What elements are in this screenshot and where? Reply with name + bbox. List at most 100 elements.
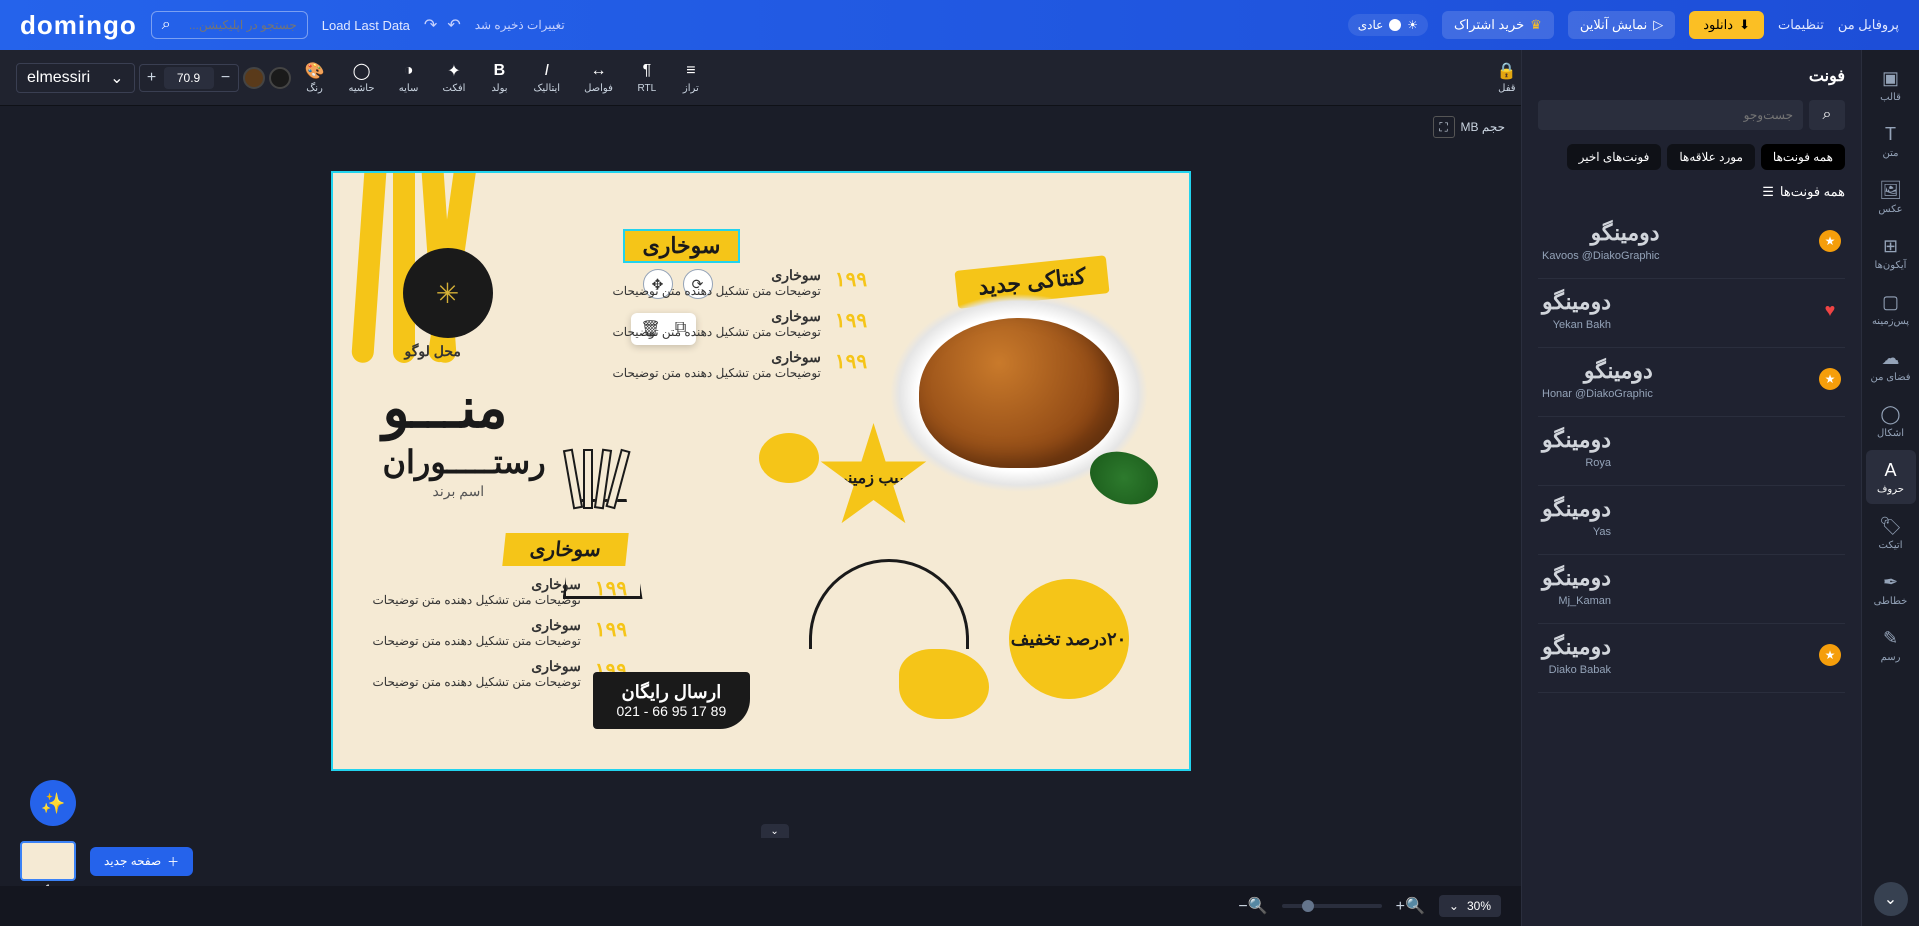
font-row[interactable]: ★دومینگوHonar @DiakoGraphic [1538, 348, 1845, 417]
star-icon[interactable]: ★ [1819, 368, 1841, 390]
tb-effect[interactable]: ✦افکت [433, 57, 476, 98]
list-icon: ☰ [1762, 184, 1774, 200]
zoom-out-icon[interactable]: 🔍− [1238, 896, 1267, 916]
buy-subscription-button[interactable]: ♛ خرید اشتراک [1442, 11, 1554, 39]
font-sample: دومینگو [1542, 220, 1660, 246]
menu-group-top[interactable]: ۱۹۹سوخاریتوضیحات متن تشکیل دهنده متن توض… [613, 223, 868, 380]
redo-icon[interactable]: ↷ [424, 15, 437, 35]
tb-align[interactable]: ≡تراز [671, 57, 711, 98]
tb-rtl[interactable]: ¶RTL [627, 57, 667, 98]
font-size-input[interactable] [164, 67, 214, 89]
theme-toggle[interactable]: ☀ عادی [1348, 14, 1428, 36]
color-swatch-2[interactable] [243, 67, 265, 89]
menu-title[interactable]: منـــو [383, 383, 508, 433]
panel-title: فونت [1538, 66, 1845, 86]
brand-name[interactable]: اسم برند [433, 483, 485, 500]
shadow-icon: ◑ [399, 61, 419, 81]
tab-favorites[interactable]: مورد علاقه‌ها [1667, 144, 1755, 170]
tb-shadow[interactable]: ◑سایه [389, 57, 429, 98]
tab-all-fonts[interactable]: همه فونت‌ها [1761, 144, 1845, 170]
rail-calligraphy[interactable]: ✒خطاطی [1866, 562, 1916, 616]
settings-link[interactable]: تنظیمات [1778, 17, 1824, 33]
download-button[interactable]: ⬇ دانلود [1689, 11, 1764, 39]
tb-bold[interactable]: Bبولد [479, 57, 519, 98]
font-size-control: − + [139, 64, 239, 92]
tb-italic[interactable]: Iایتالیک [523, 57, 570, 98]
menu-subtitle[interactable]: رستـــــوران [383, 443, 546, 481]
app-search[interactable]: ⌕ [151, 11, 308, 39]
font-sample: دومینگو [1542, 427, 1611, 453]
size-indicator[interactable]: حجم MB ⛶ [1433, 116, 1505, 138]
profile-link[interactable]: پروفایل من [1838, 17, 1899, 33]
star-icon[interactable] [1819, 506, 1841, 528]
font-sample: دومینگو [1542, 358, 1653, 384]
font-row[interactable]: ★دومینگوKavoos @DiakoGraphic [1538, 210, 1845, 279]
pages-collapse[interactable]: ⌄ [761, 824, 789, 838]
rail-letters[interactable]: Aحروف [1866, 450, 1916, 504]
font-search-button[interactable]: ⌕ [1809, 100, 1845, 130]
tb-spacing[interactable]: ↔فواصل [574, 57, 623, 98]
page-thumbnail-1[interactable]: 1 [20, 841, 76, 881]
font-row[interactable]: ♥دومینگوYekan Bakh [1538, 279, 1845, 348]
rtl-icon: ¶ [637, 61, 657, 81]
free-shipping-badge[interactable]: ارسال رایگان 021 - 66 95 17 89 [593, 672, 751, 729]
logo-label[interactable]: محل لوگو [405, 343, 461, 360]
star-icon[interactable]: ★ [1819, 230, 1841, 252]
star-icon[interactable] [1819, 575, 1841, 597]
zoom-bar: 30% ⌄ 🔍+ 🔍− [0, 886, 1521, 926]
font-name: Yas [1542, 526, 1611, 538]
taco-illustration[interactable] [809, 559, 969, 649]
font-row[interactable]: دومینگوYas [1538, 486, 1845, 555]
fries-illustration[interactable] [553, 459, 653, 599]
tab-recent[interactable]: فونت‌های اخیر [1567, 144, 1662, 170]
discount-badge[interactable]: ۲۰درصد تخفیف [1009, 579, 1129, 699]
new-page-button[interactable]: ＋ صفحه جدید [90, 847, 193, 876]
preview-button[interactable]: ▷ نمایش آنلاین [1568, 11, 1675, 39]
font-name-label: elmessiri [27, 69, 90, 87]
app-search-input[interactable] [177, 18, 297, 32]
fonts-list-header: همه فونت‌ها ☰ [1538, 184, 1845, 200]
lock-icon: 🔒 [1497, 61, 1517, 81]
font-row[interactable]: ★دومینگوDiako Babak [1538, 624, 1845, 693]
tb-color[interactable]: 🎨رنگ [295, 57, 335, 98]
heart-icon[interactable]: ♥ [1819, 299, 1841, 321]
logo-placeholder[interactable]: ✳ [403, 248, 493, 338]
font-name: Mj_Kaman [1542, 595, 1611, 607]
star-icon[interactable]: ★ [1819, 644, 1841, 666]
rail-myspace[interactable]: ☁فضای من [1866, 338, 1916, 392]
font-size-increase[interactable]: + [140, 65, 164, 91]
magic-fab[interactable]: ✨ [30, 780, 76, 826]
font-sample: دومینگو [1542, 565, 1611, 591]
color-swatch-1[interactable] [269, 67, 291, 89]
rail-image[interactable]: 🖼عکس [1866, 170, 1916, 224]
design-canvas[interactable]: ✳ محل لوگو منـــو رستـــــوران اسم برند … [331, 171, 1191, 771]
font-size-decrease[interactable]: − [214, 65, 238, 91]
zoom-in-icon[interactable]: 🔍+ [1396, 896, 1425, 916]
rail-icons[interactable]: ⊞آیکون‌ها [1866, 226, 1916, 280]
align-icon: ≡ [681, 61, 701, 81]
undo-icon[interactable]: ↶ [447, 15, 460, 35]
app-header: پروفایل من تنظیمات ⬇ دانلود ▷ نمایش آنلا… [0, 0, 1919, 50]
effect-icon: ✦ [444, 61, 464, 81]
feather-icon: ✒ [1883, 572, 1898, 593]
star-icon[interactable] [1819, 437, 1841, 459]
tb-border[interactable]: ◯حاشیه [339, 57, 385, 98]
rail-collapse[interactable]: ⌄ [1874, 882, 1908, 916]
expand-icon[interactable]: ⛶ [1433, 116, 1455, 138]
font-family-dropdown[interactable]: ⌄ elmessiri [16, 63, 135, 93]
font-search-input[interactable] [1538, 100, 1803, 130]
rail-sticker[interactable]: 🏷اتیکت [1866, 506, 1916, 560]
text-icon: T [1885, 124, 1896, 145]
rail-background[interactable]: ▢پس‌زمینه [1866, 282, 1916, 336]
chevron-down-icon: ⌄ [1884, 889, 1897, 909]
font-tabs: همه فونت‌ها مورد علاقه‌ها فونت‌های اخیر [1538, 144, 1845, 170]
load-last-data[interactable]: Load Last Data [322, 18, 410, 33]
font-row[interactable]: دومینگو Mj_Kaman [1538, 555, 1845, 624]
rail-draw[interactable]: ✎رسم [1866, 618, 1916, 672]
rail-template[interactable]: ▣قالب [1866, 58, 1916, 112]
zoom-slider[interactable] [1282, 904, 1382, 908]
rail-text[interactable]: Tمتن [1866, 114, 1916, 168]
font-row[interactable]: دومینگوRoya [1538, 417, 1845, 486]
zoom-dropdown[interactable]: 30% ⌄ [1439, 895, 1501, 917]
rail-shapes[interactable]: ◯اشکال [1866, 394, 1916, 448]
